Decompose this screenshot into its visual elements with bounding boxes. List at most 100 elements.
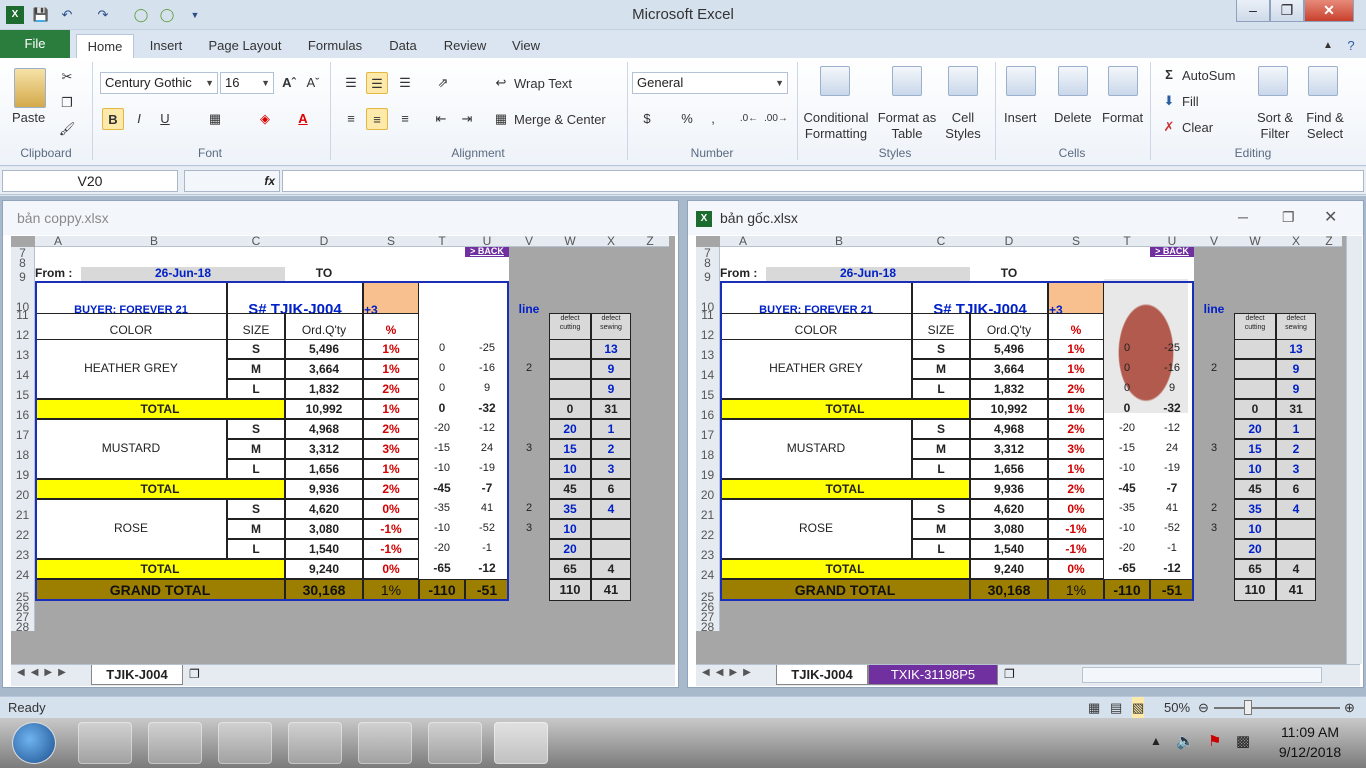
row-header[interactable]: 25 — [11, 579, 35, 601]
row-header[interactable]: 17 — [11, 419, 35, 439]
new-sheet-icon-2[interactable]: ❐ — [1004, 667, 1015, 681]
formula-input[interactable] — [282, 170, 1364, 192]
wb-restore-icon[interactable]: ❐ — [1282, 209, 1295, 226]
row-header[interactable]: 28 — [11, 621, 35, 631]
defect-sewing-cell[interactable] — [1276, 539, 1316, 559]
defect-cutting-cell[interactable] — [549, 339, 591, 359]
defect-sewing-cell[interactable]: 2 — [591, 439, 631, 459]
total-defect-sewing[interactable]: 4 — [591, 559, 631, 579]
sheet-grid-2[interactable]: A B C D S T U V W X Z 7 8 9 10 11 12 13 14 15 16 17 18 19 20 21 22… — [696, 236, 1346, 664]
row-header[interactable]: 9 — [696, 267, 720, 281]
column-header[interactable]: X — [1276, 236, 1316, 247]
sheet-nav-arrows-icon[interactable]: ◀◀▶▶ — [17, 667, 72, 678]
defect-cutting-cell[interactable]: 20 — [1234, 419, 1276, 439]
help-question-icon[interactable]: ? — [1342, 34, 1360, 58]
defect-cutting-cell[interactable]: 10 — [549, 459, 591, 479]
format-cells-icon[interactable] — [1108, 66, 1138, 96]
sheet-tab-tjik-j004[interactable]: TJIK-J004 — [91, 665, 183, 685]
column-header[interactable]: W — [1234, 236, 1276, 247]
number-format-combo[interactable]: General ▼ — [632, 72, 788, 94]
defect-sewing-cell[interactable]: 3 — [591, 459, 631, 479]
v-cell[interactable]: 2 — [1194, 499, 1234, 519]
total-defect-sewing[interactable]: 6 — [591, 479, 631, 499]
defect-sewing-cell[interactable] — [1276, 519, 1316, 539]
row-header[interactable]: 27 — [696, 611, 720, 621]
row-header[interactable]: 11 — [696, 311, 720, 319]
defect-cutting-cell[interactable]: 35 — [1234, 499, 1276, 519]
conditional-formatting-button[interactable]: Conditional Formatting — [802, 110, 870, 142]
row-header[interactable]: 17 — [696, 419, 720, 439]
currency-button[interactable]: $ — [636, 108, 658, 130]
row-header[interactable]: 18 — [11, 439, 35, 459]
format-painter-icon[interactable]: 🖌 — [56, 118, 78, 140]
defect-sewing-cell[interactable]: 9 — [591, 359, 631, 379]
row-header[interactable]: 20 — [696, 479, 720, 499]
defect-cutting-cell[interactable]: 15 — [549, 439, 591, 459]
row-header[interactable]: 25 — [696, 579, 720, 601]
normal-view-icon[interactable]: ▦ — [1088, 697, 1100, 718]
defect-sewing-cell[interactable]: 13 — [591, 339, 631, 359]
row-header[interactable]: 19 — [11, 459, 35, 479]
shrink-font-icon[interactable]: Aˇ — [302, 72, 324, 94]
column-header[interactable]: A — [720, 236, 766, 247]
row-header[interactable]: 10 — [696, 281, 720, 311]
row-header[interactable]: 26 — [11, 601, 35, 611]
fill-color-icon[interactable]: ◈ — [254, 108, 276, 130]
autosum-button[interactable]: AutoSum — [1182, 68, 1235, 83]
align-left-icon[interactable]: ≡ — [340, 108, 362, 130]
row-header[interactable]: 13 — [11, 339, 35, 359]
defect-sewing-cell[interactable]: 4 — [1276, 499, 1316, 519]
grow-font-icon[interactable]: Aˆ — [278, 72, 300, 94]
column-header[interactable]: T — [1104, 236, 1150, 247]
cell-styles-icon[interactable] — [948, 66, 978, 96]
find-select-icon[interactable] — [1308, 66, 1338, 96]
v-cell[interactable]: 2 — [509, 359, 549, 379]
format-cells-button[interactable]: Format — [1102, 110, 1143, 125]
defect-sewing-cell[interactable]: 2 — [1276, 439, 1316, 459]
v-cell[interactable] — [1194, 539, 1234, 559]
row-header[interactable]: 26 — [696, 601, 720, 611]
delete-cells-button[interactable]: Delete — [1054, 110, 1092, 125]
row-header[interactable]: 9 — [11, 267, 35, 281]
wb-minimize-icon[interactable]: ─ — [1238, 209, 1248, 225]
paste-button[interactable]: Paste — [12, 110, 45, 125]
start-button-icon[interactable] — [12, 722, 56, 764]
total-defect-cutting[interactable]: 0 — [549, 399, 591, 419]
name-box[interactable]: V20 — [2, 170, 178, 192]
tab-home[interactable]: Home — [76, 34, 134, 58]
increase-indent-icon[interactable]: ⇥ — [456, 108, 478, 130]
page-break-view-icon[interactable]: ▧ — [1132, 697, 1145, 718]
copy-icon[interactable]: ❐ — [56, 92, 78, 114]
row-header[interactable]: 12 — [696, 319, 720, 339]
zoom-level[interactable]: 50% — [1164, 697, 1190, 718]
defect-cutting-cell[interactable]: 15 — [1234, 439, 1276, 459]
row-header[interactable]: 23 — [696, 539, 720, 559]
maximize-button[interactable]: ❐ — [1270, 0, 1304, 22]
row-header[interactable]: 21 — [696, 499, 720, 519]
align-top-icon[interactable]: ☰ — [340, 72, 362, 94]
column-header[interactable]: S — [363, 236, 419, 247]
align-center-icon[interactable]: ≡ — [366, 108, 388, 130]
insert-cells-icon[interactable] — [1006, 66, 1036, 96]
align-middle-icon[interactable]: ☰ — [366, 72, 388, 94]
camera-icon[interactable] — [148, 722, 202, 764]
back-link[interactable]: > BACK — [465, 247, 509, 257]
total-defect-cutting[interactable]: 45 — [1234, 479, 1276, 499]
zoom-slider[interactable] — [1214, 707, 1340, 709]
row-header[interactable]: 18 — [696, 439, 720, 459]
row-header[interactable]: 8 — [696, 257, 720, 267]
column-header[interactable]: W — [549, 236, 591, 247]
horizontal-scrollbar[interactable] — [1082, 667, 1322, 683]
defect-sewing-cell[interactable]: 3 — [1276, 459, 1316, 479]
paste-icon[interactable] — [14, 68, 46, 108]
cut-icon[interactable]: ✂ — [56, 66, 78, 88]
orientation-icon[interactable]: ⇗ — [432, 72, 454, 94]
outlook-icon[interactable] — [428, 722, 482, 764]
vertical-scrollbar[interactable] — [1346, 236, 1362, 664]
column-header[interactable]: C — [227, 236, 285, 247]
row-header[interactable]: 12 — [11, 319, 35, 339]
tab-file[interactable]: File — [0, 30, 70, 58]
v-cell[interactable]: 3 — [509, 439, 549, 459]
total-defect-sewing[interactable]: 6 — [1276, 479, 1316, 499]
row-header[interactable]: 11 — [11, 311, 35, 319]
